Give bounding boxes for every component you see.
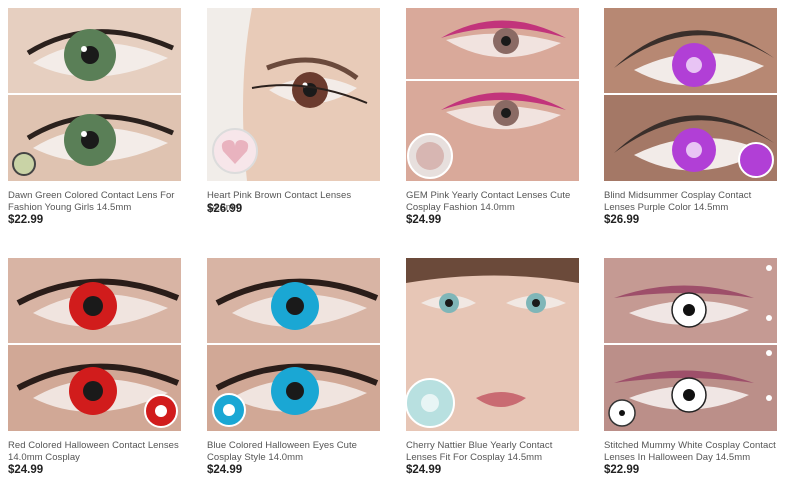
- product-title[interactable]: Cherry Nattier Blue Yearly Contact Lense…: [406, 440, 580, 464]
- heart-pink-eye-product-image[interactable]: [207, 8, 380, 181]
- product-title[interactable]: GEM Pink Yearly Contact Lenses Cute Cosp…: [406, 190, 580, 214]
- product-title[interactable]: Red Colored Halloween Contact Lenses 14.…: [8, 440, 182, 464]
- product-title[interactable]: Dawn Green Colored Contact Lens For Fash…: [8, 190, 182, 214]
- product-card[interactable]: Cherry Nattier Blue Yearly Contact Lense…: [406, 258, 580, 480]
- product-card[interactable]: Blind Midsummer Cosplay Contact Lenses P…: [604, 8, 778, 230]
- product-card[interactable]: Stitched Mummy White Cosplay Contact Len…: [604, 258, 778, 480]
- nattier-blue-eyes-model-image[interactable]: [406, 258, 579, 431]
- red-eyes-product-image[interactable]: [8, 258, 181, 431]
- product-price: $24.99: [8, 464, 44, 476]
- product-price: $26.99: [604, 214, 640, 226]
- product-card[interactable]: Blue Colored Halloween Eyes Cute Cosplay…: [207, 258, 381, 480]
- green-eyes-product-image[interactable]: [8, 8, 181, 181]
- product-price: $26.99: [207, 203, 243, 215]
- product-price: $24.99: [406, 464, 442, 476]
- blue-eyes-product-image[interactable]: [207, 258, 380, 431]
- product-grid: Dawn Green Colored Contact Lens For Fash…: [0, 0, 785, 482]
- product-card[interactable]: Dawn Green Colored Contact Lens For Fash…: [8, 8, 182, 230]
- product-title[interactable]: Stitched Mummy White Cosplay Contact Len…: [604, 440, 778, 464]
- product-title[interactable]: Blind Midsummer Cosplay Contact Lenses P…: [604, 190, 778, 214]
- product-card[interactable]: Red Colored Halloween Contact Lenses 14.…: [8, 258, 182, 480]
- product-card[interactable]: Heart Pink Brown Contact Lenses 14.5mm $…: [207, 8, 381, 230]
- product-price: $24.99: [406, 214, 442, 226]
- purple-eyes-product-image[interactable]: [604, 8, 777, 181]
- glitter-pink-eyes-product-image[interactable]: [406, 8, 579, 181]
- product-price: $22.99: [8, 214, 44, 226]
- stitched-white-eyes-product-image[interactable]: [604, 258, 777, 431]
- product-price: $24.99: [207, 464, 243, 476]
- product-title[interactable]: Blue Colored Halloween Eyes Cute Cosplay…: [207, 440, 381, 464]
- product-price: $22.99: [604, 464, 640, 476]
- product-card[interactable]: GEM Pink Yearly Contact Lenses Cute Cosp…: [406, 8, 580, 230]
